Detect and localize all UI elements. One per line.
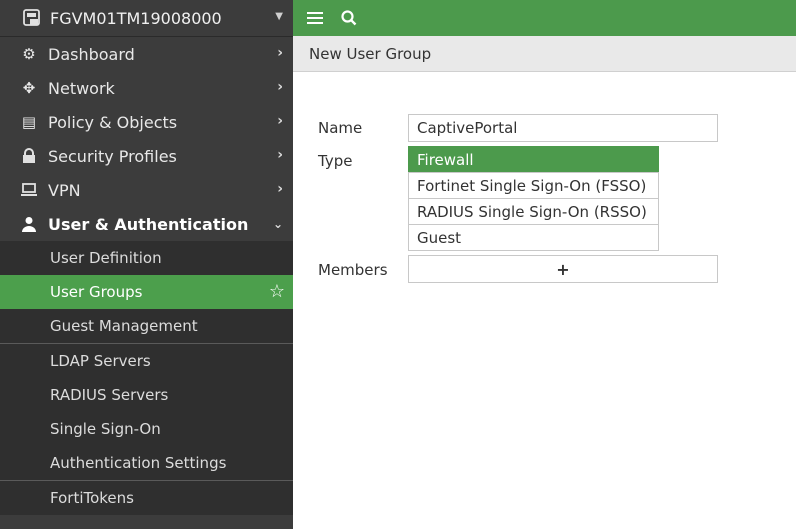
- chevron-right-icon: ›: [277, 45, 283, 61]
- sidebar-item-label: Single Sign-On: [50, 420, 161, 438]
- sidebar-subitem-ldap-servers[interactable]: LDAP Servers: [0, 343, 293, 378]
- name-input[interactable]: CaptivePortal: [408, 114, 718, 142]
- device-name: FGVM01TM19008000: [50, 8, 222, 28]
- page-title: New User Group: [309, 44, 432, 63]
- sidebar-subitem-single-sign-on[interactable]: Single Sign-On: [0, 412, 293, 446]
- plus-icon: +: [556, 259, 570, 279]
- policy-icon: ▤: [21, 113, 37, 131]
- user-group-form: Name CaptivePortal Type Firewall Fortine…: [293, 72, 796, 529]
- sidebar-item-network[interactable]: ✥ Network ›: [0, 71, 293, 105]
- type-option-label: Fortinet Single Sign-On (FSSO): [417, 176, 647, 195]
- laptop-icon: [18, 183, 40, 197]
- sidebar-subitem-fortitokens[interactable]: FortiTokens: [0, 480, 293, 515]
- user-icon: [18, 216, 40, 232]
- network-icon: ✥: [22, 79, 36, 97]
- type-option-label: RADIUS Single Sign-On (RSSO): [417, 202, 647, 221]
- sidebar-subitem-authentication-settings[interactable]: Authentication Settings: [0, 446, 293, 480]
- caret-down-icon[interactable]: ▼: [275, 11, 283, 22]
- type-option-rsso[interactable]: RADIUS Single Sign-On (RSSO): [408, 198, 659, 225]
- sidebar-item-vpn[interactable]: VPN ›: [0, 173, 293, 207]
- type-option-label: Firewall: [417, 150, 474, 169]
- sidebar-item-label: Guest Management: [50, 317, 198, 335]
- name-label: Name: [318, 119, 363, 137]
- sidebar-item-label: RADIUS Servers: [50, 386, 169, 404]
- sidebar: FGVM01TM19008000 ▼ ⚙ Dashboard › ✥ Netwo…: [0, 0, 293, 529]
- sidebar-item-label: Policy & Objects: [48, 112, 178, 132]
- sidebar-subitem-radius-servers[interactable]: RADIUS Servers: [0, 378, 293, 412]
- sidebar-subitem-user-groups[interactable]: User Groups ☆: [0, 275, 293, 309]
- sidebar-item-label: User Groups: [50, 283, 143, 301]
- breadcrumb: New User Group: [293, 36, 796, 72]
- sidebar-item-user-authentication[interactable]: User & Authentication ⌄: [0, 207, 293, 241]
- sidebar-item-label: Security Profiles: [48, 146, 177, 166]
- star-icon[interactable]: ☆: [269, 281, 285, 302]
- sidebar-item-label: FortiTokens: [50, 489, 134, 507]
- sidebar-item-label: LDAP Servers: [50, 352, 151, 370]
- device-icon: [22, 8, 42, 28]
- dashboard-icon: ⚙: [22, 45, 36, 63]
- chevron-right-icon: ›: [277, 113, 283, 129]
- sidebar-subitem-user-definition[interactable]: User Definition: [0, 241, 293, 275]
- hamburger-icon[interactable]: [307, 11, 323, 25]
- sidebar-subitem-guest-management[interactable]: Guest Management: [0, 309, 293, 343]
- chevron-right-icon: ›: [277, 79, 283, 95]
- sidebar-item-policy-objects[interactable]: ▤ Policy & Objects ›: [0, 105, 293, 139]
- sidebar-item-security-profiles[interactable]: Security Profiles ›: [0, 139, 293, 173]
- sidebar-item-label: User & Authentication: [48, 214, 249, 234]
- name-value: CaptivePortal: [417, 119, 518, 137]
- members-label: Members: [318, 261, 388, 279]
- device-selector[interactable]: FGVM01TM19008000 ▼: [0, 0, 293, 37]
- sidebar-item-label: Network: [48, 78, 115, 98]
- chevron-right-icon: ›: [277, 147, 283, 163]
- sidebar-item-label: Dashboard: [48, 44, 135, 64]
- type-label: Type: [318, 152, 353, 170]
- sidebar-item-label: Authentication Settings: [50, 454, 227, 472]
- lock-icon: [18, 148, 40, 164]
- type-option-label: Guest: [417, 228, 462, 247]
- add-member-button[interactable]: +: [408, 255, 718, 283]
- type-option-firewall[interactable]: Firewall: [408, 146, 659, 173]
- chevron-right-icon: ›: [277, 181, 283, 197]
- chevron-down-icon: ⌄: [272, 217, 283, 231]
- search-icon[interactable]: [341, 10, 357, 26]
- type-option-fsso[interactable]: Fortinet Single Sign-On (FSSO): [408, 172, 659, 199]
- top-bar: [293, 0, 796, 36]
- type-option-guest[interactable]: Guest: [408, 224, 659, 251]
- sidebar-item-label: VPN: [48, 180, 81, 200]
- sidebar-item-dashboard[interactable]: ⚙ Dashboard ›: [0, 37, 293, 71]
- sidebar-item-label: User Definition: [50, 249, 162, 267]
